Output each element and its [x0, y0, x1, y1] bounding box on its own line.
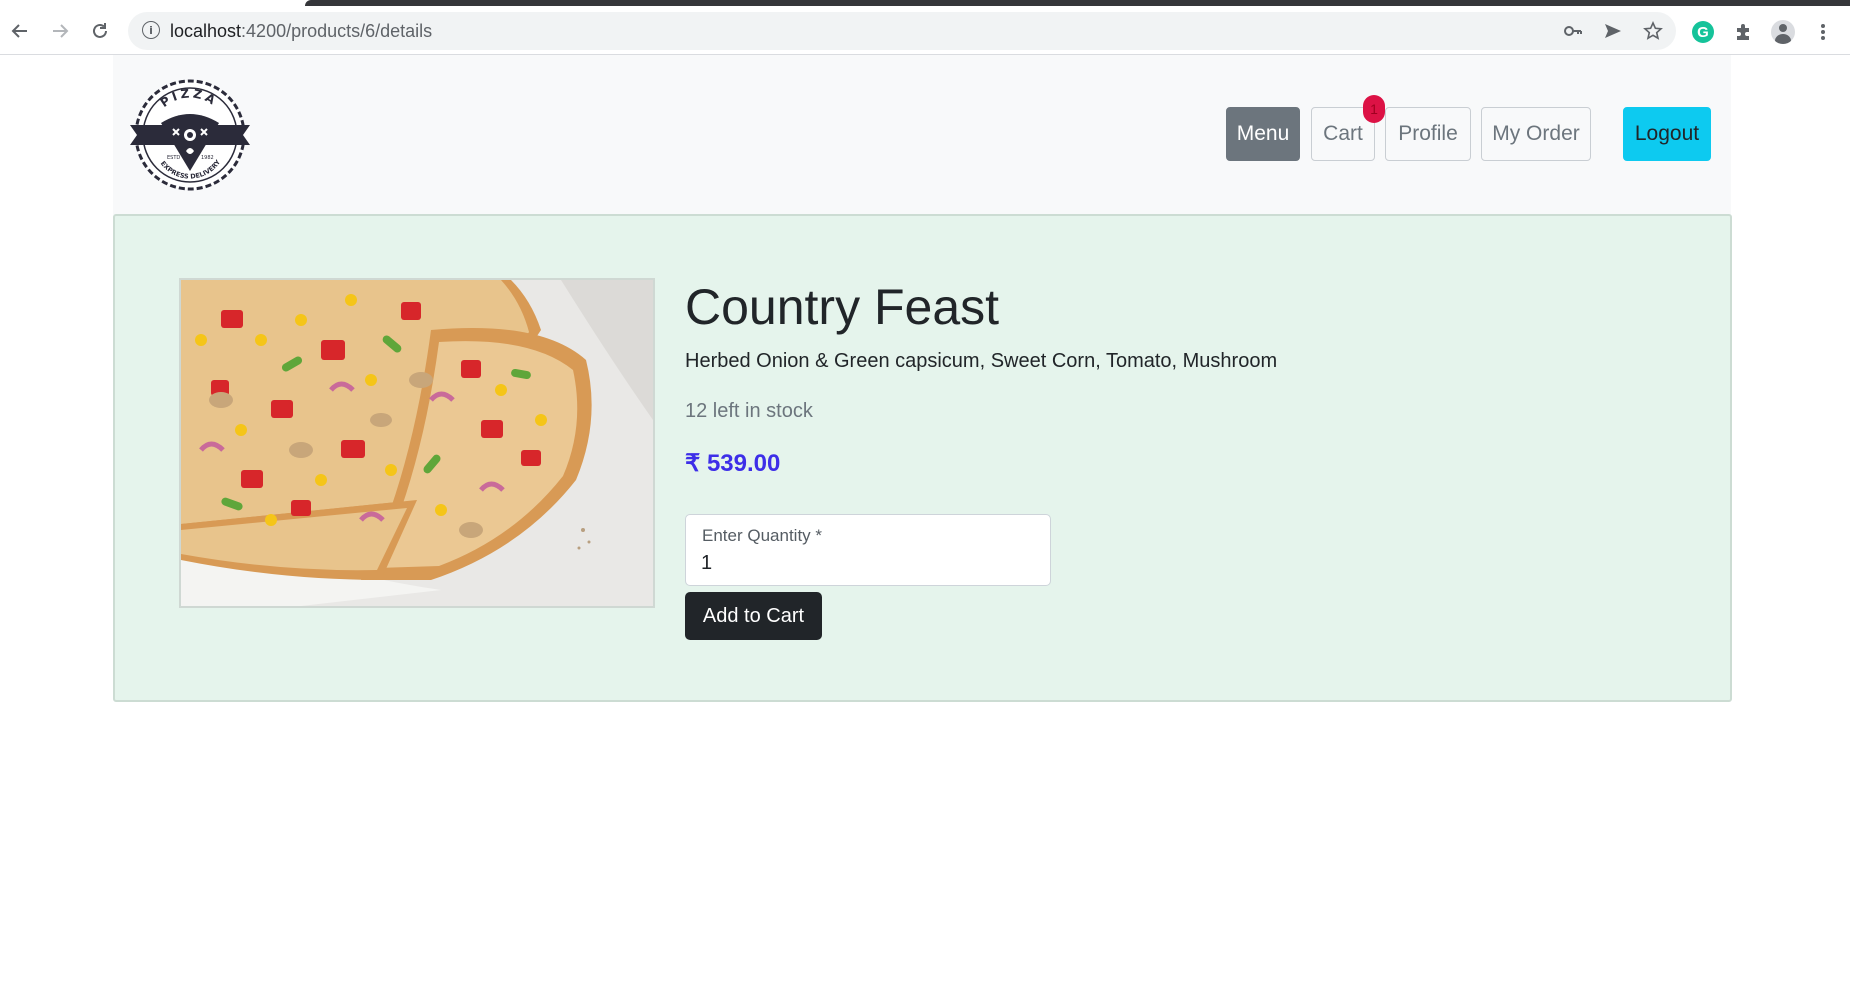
logo-est-right: 1982: [201, 155, 214, 161]
forward-icon[interactable]: [43, 14, 77, 48]
grammarly-icon[interactable]: G: [1690, 19, 1716, 45]
cart-count-badge: 1: [1363, 95, 1385, 123]
menu-button[interactable]: Menu: [1226, 107, 1300, 161]
send-icon[interactable]: [1600, 18, 1626, 44]
profile-avatar-icon[interactable]: [1770, 19, 1796, 45]
profile-button[interactable]: Profile: [1385, 107, 1471, 161]
extensions-icon[interactable]: [1730, 19, 1756, 45]
site-info-icon[interactable]: i: [142, 21, 160, 39]
key-icon[interactable]: [1560, 18, 1586, 44]
stock-status: 12 left in stock: [685, 400, 813, 422]
star-icon[interactable]: [1640, 18, 1666, 44]
add-to-cart-button[interactable]: Add to Cart: [685, 592, 822, 640]
quantity-label: Enter Quantity *: [702, 526, 823, 545]
logo-est-left: ESTD: [167, 155, 180, 161]
product-description: Herbed Onion & Green capsicum, Sweet Cor…: [685, 350, 1278, 372]
logout-button[interactable]: Logout: [1623, 107, 1711, 161]
quantity-field[interactable]: Enter Quantity *: [685, 514, 1051, 586]
product-title: Country Feast: [685, 279, 1000, 335]
browser-toolbar: i localhost:4200/products/6/details G: [0, 6, 1850, 55]
pizza-logo[interactable]: PIZZA EXPRESS DELIVERY ESTD 1982: [129, 79, 251, 191]
back-icon[interactable]: [3, 14, 37, 48]
reload-icon[interactable]: [83, 14, 117, 48]
url-text[interactable]: localhost:4200/products/6/details: [170, 21, 432, 42]
product-detail-card: Country Feast Herbed Onion & Green capsi…: [113, 214, 1732, 702]
product-price: ₹ 539.00: [685, 450, 781, 477]
kebab-menu-icon[interactable]: [1810, 19, 1836, 45]
quantity-input[interactable]: [701, 549, 1031, 577]
site-navbar: PIZZA EXPRESS DELIVERY ESTD 1982 Menu Ca…: [113, 55, 1731, 215]
url-path: :4200/products/6/details: [241, 21, 433, 41]
address-bar[interactable]: i localhost:4200/products/6/details: [128, 12, 1676, 50]
url-host: localhost: [170, 21, 242, 41]
my-order-button[interactable]: My Order: [1481, 107, 1591, 161]
product-image: [179, 278, 655, 608]
